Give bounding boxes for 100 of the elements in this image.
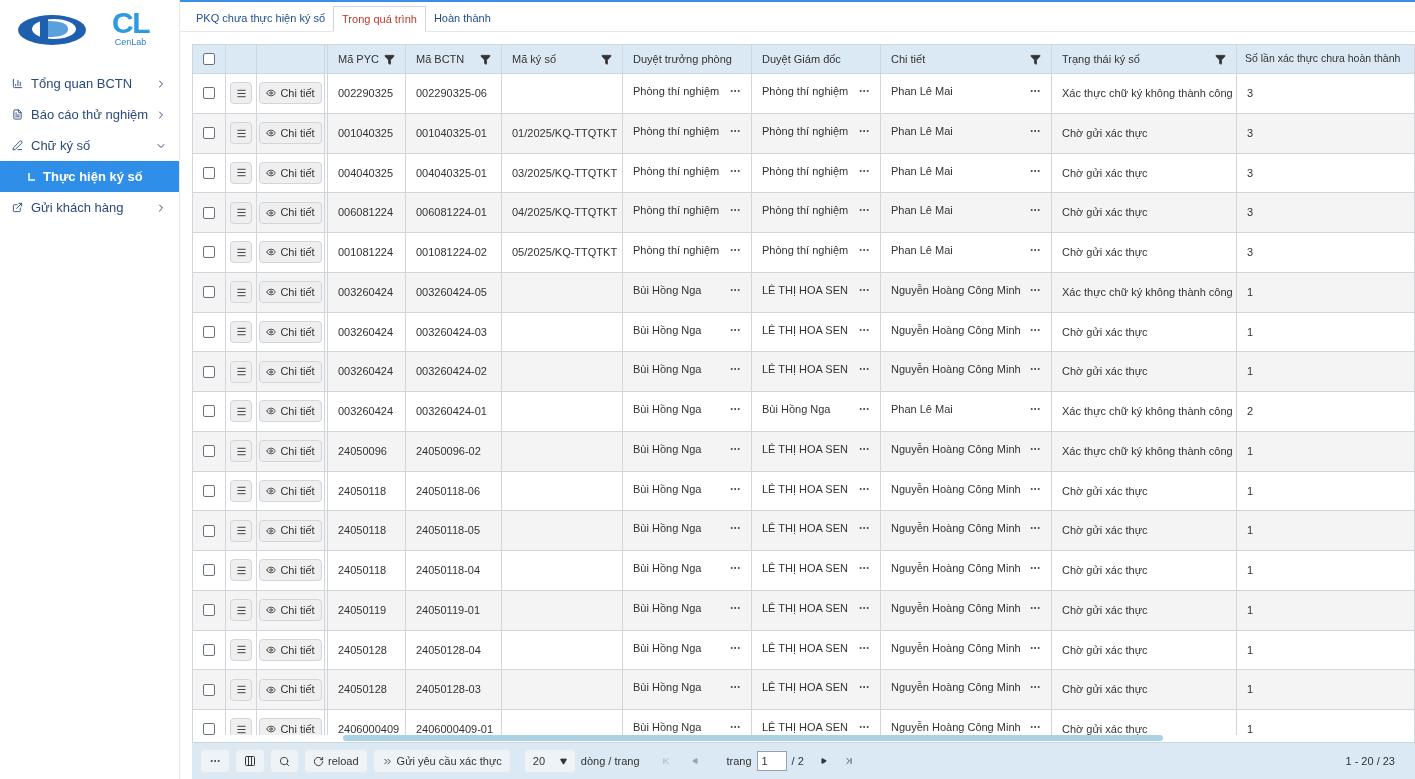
row-menu-button[interactable]	[230, 281, 252, 304]
checkbox[interactable]	[203, 325, 215, 338]
table-cell-text: 1	[1247, 364, 1255, 380]
checkbox[interactable]	[203, 484, 215, 497]
detail-button[interactable]: Chi tiết	[259, 479, 322, 502]
search-button[interactable]	[270, 749, 299, 773]
row-menu-button[interactable]	[230, 440, 252, 463]
table-cell-text: Nguyễn Hoàng Công Minh	[891, 282, 1022, 298]
checkbox[interactable]	[203, 53, 215, 65]
detail-button[interactable]: Chi tiết	[259, 519, 322, 542]
table-cell-text: Phan Lê Mai	[891, 123, 954, 139]
checkbox[interactable]	[203, 365, 215, 378]
detail-button[interactable]: Chi tiết	[259, 360, 322, 383]
detail-button[interactable]: Chi tiết	[259, 678, 322, 701]
column-header[interactable]: Mã PYC	[328, 45, 406, 73]
table-cell-text: LÊ THỊ HOA SEN	[762, 481, 849, 497]
table-cell-text: Phòng thí nghiệm	[762, 123, 850, 139]
detail-button[interactable]: Chi tiết	[259, 161, 322, 184]
table-cell-text: Nguyễn Hoàng Công Minh	[891, 521, 1022, 537]
detail-button[interactable]: Chi tiết	[259, 122, 322, 145]
page-field[interactable]: 1	[756, 751, 787, 771]
filter-icon[interactable]	[601, 53, 612, 65]
menu-icon	[235, 366, 247, 378]
detail-button[interactable]: Chi tiết	[259, 559, 322, 582]
table-cell-text: 006081224	[338, 205, 395, 221]
eye-icon	[266, 247, 277, 258]
column-header[interactable]: Mã ký số	[502, 45, 623, 73]
row-menu-button[interactable]	[230, 122, 252, 145]
checkbox[interactable]	[203, 524, 215, 537]
row-menu-button[interactable]	[230, 559, 252, 582]
table-cell-text: LÊ THỊ HOA SEN	[762, 521, 849, 537]
checkbox[interactable]	[203, 166, 215, 179]
table-cell-text: Bùi Hồng Nga	[633, 282, 703, 298]
row-menu-button[interactable]	[230, 400, 252, 423]
row-menu-button[interactable]	[230, 360, 252, 383]
checkbox[interactable]	[203, 445, 215, 458]
row-menu-button[interactable]	[230, 82, 252, 105]
detail-button[interactable]: Chi tiết	[259, 400, 322, 423]
detail-button[interactable]: Chi tiết	[259, 718, 322, 735]
detail-button[interactable]: Chi tiết	[259, 440, 322, 463]
detail-button[interactable]: Chi tiết	[259, 320, 322, 343]
last-page-icon[interactable]	[843, 756, 854, 766]
column-header[interactable]: Trạng thái ký số	[1052, 45, 1237, 73]
menu-icon	[235, 405, 247, 417]
sidebar-item[interactable]: Báo cáo thử nghiệm	[0, 99, 179, 130]
row-menu-button[interactable]	[230, 599, 252, 622]
row-menu-button[interactable]	[230, 479, 252, 502]
column-header[interactable]: Số lần xác thực chưa hoàn thành	[1237, 45, 1414, 73]
row-menu-button[interactable]	[230, 519, 252, 542]
checkbox[interactable]	[203, 683, 215, 696]
detail-button[interactable]: Chi tiết	[259, 281, 322, 304]
filter-icon[interactable]	[384, 53, 395, 65]
column-header[interactable]: Duyệt trưởng phòng	[623, 45, 752, 73]
row-menu-button[interactable]	[230, 161, 252, 184]
table-cell-text: Nguyễn Hoàng Công Minh	[891, 561, 1022, 576]
checkbox[interactable]	[203, 286, 215, 299]
sidebar-item[interactable]: Chữ ký số	[0, 130, 179, 161]
checkbox[interactable]	[203, 723, 215, 735]
detail-button[interactable]: Chi tiết	[259, 638, 322, 661]
column-header[interactable]: Duyệt Giám đốc	[752, 45, 881, 73]
checkbox[interactable]	[203, 246, 215, 259]
detail-button[interactable]: Chi tiết	[259, 599, 322, 622]
filter-icon[interactable]	[480, 53, 491, 65]
row-menu-button[interactable]	[230, 241, 252, 264]
table-cell-text: 003260424-05	[416, 284, 488, 300]
tab[interactable]: Trong quá trình	[333, 6, 426, 32]
detail-button[interactable]: Chi tiết	[259, 82, 322, 105]
row-menu-button[interactable]	[230, 320, 252, 343]
page-size-select[interactable]: 20	[523, 749, 576, 773]
tab[interactable]: PKQ chưa thực hiện ký số	[188, 5, 334, 31]
checkbox[interactable]	[203, 643, 215, 656]
column-header[interactable]: Chi tiết	[881, 45, 1052, 73]
table-cell-text: Nguyễn Hoàng Công Minh	[891, 640, 1022, 656]
filter-icon[interactable]	[1215, 53, 1226, 65]
table-cell-text: 1	[1247, 284, 1255, 300]
send-request-button[interactable]: Gửi yêu cầu xác thực	[372, 749, 511, 773]
checkbox[interactable]	[203, 564, 215, 577]
table-cell-text: 24050128	[338, 682, 388, 698]
checkbox[interactable]	[203, 604, 215, 617]
row-menu-button[interactable]	[230, 678, 252, 701]
sidebar-item[interactable]: Gửi khách hàng	[0, 192, 179, 223]
columns-button[interactable]	[235, 749, 265, 773]
row-menu-button[interactable]	[230, 718, 252, 735]
detail-button[interactable]: Chi tiết	[259, 201, 322, 224]
checkbox[interactable]	[203, 87, 215, 100]
sidebar-item[interactable]: Tổng quan BCTN	[0, 68, 179, 99]
checkbox[interactable]	[203, 127, 215, 140]
filter-icon[interactable]	[1030, 53, 1041, 65]
next-page-icon[interactable]	[820, 758, 827, 764]
column-header[interactable]: Mã BCTN	[406, 45, 502, 73]
menu-icon	[235, 286, 247, 298]
tab[interactable]: Hoàn thành	[425, 5, 499, 31]
reload-button[interactable]: reload	[304, 749, 368, 773]
checkbox[interactable]	[203, 405, 215, 418]
checkbox[interactable]	[203, 206, 215, 219]
row-menu-button[interactable]	[230, 638, 252, 661]
table-cell-text: Nguyễn Hoàng Công Minh	[891, 680, 1022, 696]
row-menu-button[interactable]	[230, 201, 252, 224]
detail-button[interactable]: Chi tiết	[259, 241, 322, 264]
horizontal-scrollbar[interactable]	[343, 735, 1163, 741]
